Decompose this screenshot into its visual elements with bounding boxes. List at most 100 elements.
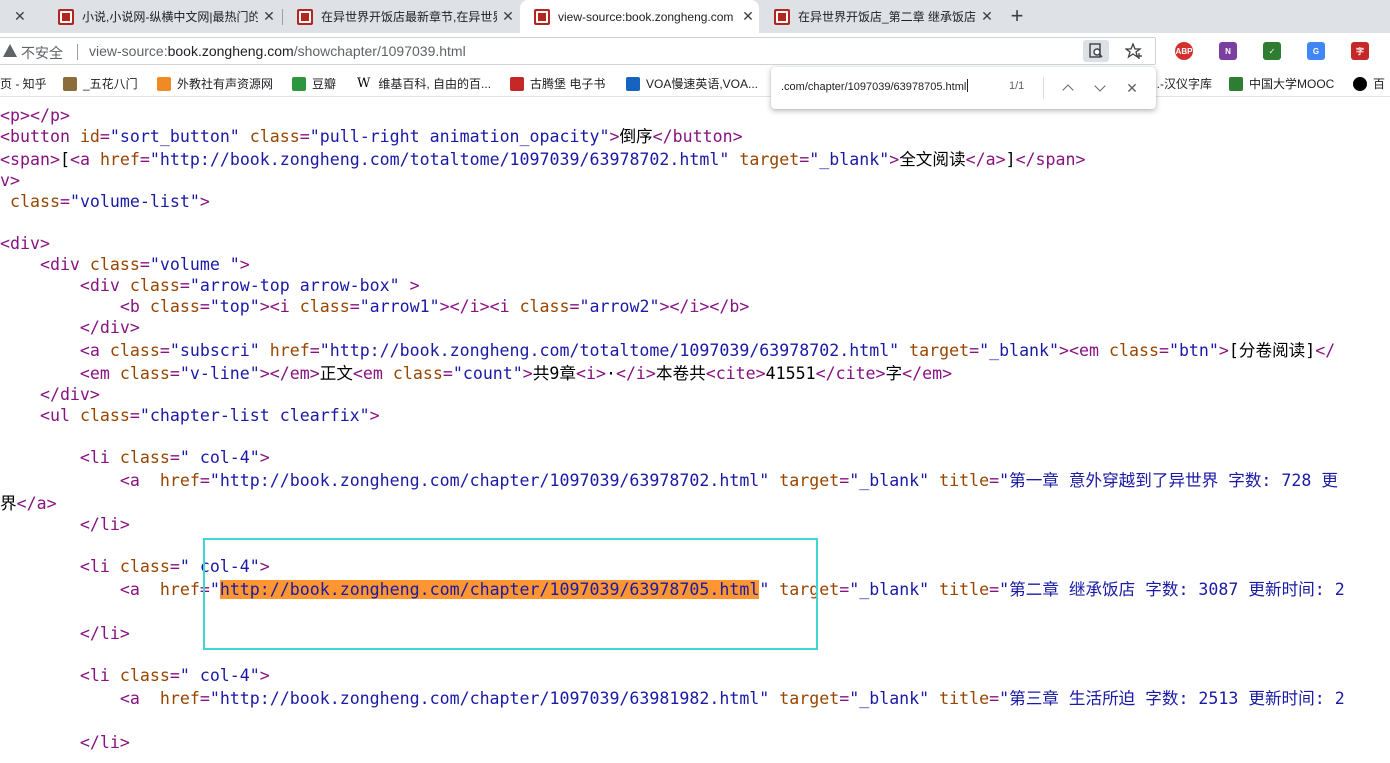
tab-view-source[interactable]: view-source:book.zongheng.com ✕ [520, 0, 759, 33]
url-text[interactable]: view-source:book.zongheng.com/showchapte… [89, 43, 466, 59]
source-token: </em> [902, 364, 953, 383]
wikipedia-icon: W [357, 76, 371, 91]
source-token: = [199, 580, 210, 599]
source-token: <a [69, 150, 100, 169]
source-token: <b [0, 297, 150, 316]
toolbar: 不安全 view-source:book.zongheng.com/showch… [0, 33, 1390, 69]
translate-icon[interactable]: G [1307, 42, 1325, 60]
bookmark-sflep-audio[interactable]: 外教社有声资源网 [157, 75, 273, 92]
source-line: <div> [0, 234, 50, 254]
bookmark-favicon-icon [1353, 76, 1367, 91]
adblock-plus-icon[interactable]: ABP [1175, 42, 1193, 60]
source-token: target [769, 689, 840, 708]
bookmark-label: 豆瓣 [312, 77, 337, 91]
source-token: "volume " [149, 255, 240, 274]
source-line: <div class="arrow-top arrow-box" > [0, 276, 420, 296]
source-token: 正文 [319, 364, 353, 383]
source-token: " [759, 580, 770, 599]
source-token: </a> [16, 494, 57, 513]
source-token: </ [1315, 341, 1336, 360]
tab-close-icon[interactable]: ✕ [497, 8, 519, 25]
source-token: title [929, 580, 990, 599]
bookmark-zhihu[interactable]: 页 - 知乎 [0, 75, 47, 92]
find-input[interactable]: .com/chapter/1097039/63978705.html [781, 79, 991, 93]
bookmark-wikipedia[interactable]: W 维基百科, 自由的百... [357, 75, 491, 92]
bookmark-gutenberg[interactable]: 古腾堡 电子书 [510, 75, 605, 92]
bookmark-label: VOA慢速英语,VOA... [646, 77, 759, 91]
bookmark-wuhuabamen[interactable]: _五花八门 [63, 75, 138, 92]
chapter-link[interactable]: "http://book.zongheng.com/chapter/109703… [210, 689, 769, 708]
bookmark-voa[interactable]: VOA慢速英语,VOA... [626, 75, 758, 92]
address-bar[interactable]: 不安全 view-source:book.zongheng.com/showch… [0, 37, 1156, 65]
tab-close-icon[interactable]: ✕ [737, 8, 759, 25]
source-token: ></i><i [439, 297, 520, 316]
find-close-icon[interactable]: ✕ [1122, 78, 1142, 98]
bookmark-icourse-mooc[interactable]: 中国大学MOOC [1229, 75, 1334, 92]
source-line: <span>[<a href="http://book.zongheng.com… [0, 150, 1086, 170]
tab-book-catalog[interactable]: 在异世界开饭店最新章节,在异世界 ✕ [283, 0, 519, 33]
source-line: </li> [0, 624, 130, 644]
source-token: </li> [0, 515, 130, 534]
source-token: [ [59, 150, 70, 169]
source-line: <li class=" col-4"> [0, 666, 270, 686]
source-token: "btn" [1168, 341, 1219, 360]
security-label[interactable]: 不安全 [21, 43, 63, 63]
omnibox-divider [77, 44, 78, 60]
find-match-highlight[interactable]: http://book.zongheng.com/chapter/1097039… [219, 580, 760, 599]
source-token: class [119, 364, 170, 383]
tab-zongheng-home[interactable]: 小说,小说网-纵横中文网|最热门的 ✕ [44, 0, 280, 33]
source-token: = [139, 150, 150, 169]
source-token: ><em [1059, 341, 1109, 360]
url-path: /showchapter/1097039.html [293, 43, 466, 59]
find-in-page-icon[interactable] [1083, 40, 1109, 62]
favorite-star-icon[interactable] [1121, 40, 1147, 62]
source-token: "第三章 生活所迫 字数: 2513 更新时间: 2 [999, 689, 1345, 708]
source-token: "第二章 继承饭店 字数: 3087 更新时间: 2 [999, 580, 1345, 599]
close-icon[interactable]: ✕ [14, 0, 26, 33]
bookmark-favicon-icon [510, 76, 524, 91]
chapter-link[interactable]: "http://book.zongheng.com/chapter/109703… [210, 471, 769, 490]
source-token: = [129, 406, 140, 425]
tab-title: 小说,小说网-纵横中文网|最热门的 [82, 10, 258, 24]
bookmark-douban[interactable]: 豆瓣 [292, 75, 336, 92]
shield-extension-icon[interactable]: ✓ [1263, 42, 1281, 60]
tab-chapter-two[interactable]: 在异世界开饭店_第二章 继承饭店 ✕ [760, 0, 998, 33]
source-link[interactable]: "http://book.zongheng.com/totaltome/1097… [320, 341, 899, 360]
source-token: = [569, 297, 580, 316]
source-line: v> [0, 171, 20, 191]
source-token: "第一章 意外穿越到了异世界 字数: 728 更 [999, 471, 1338, 490]
tab-title: 在异世界开饭店_第二章 继承饭店 [798, 10, 976, 24]
source-token: id [79, 127, 100, 146]
source-token: "arrow2" [579, 297, 660, 316]
bookmark-baidu[interactable]: 百 [1353, 75, 1385, 92]
source-link[interactable]: "http://book.zongheng.com/totaltome/1097… [150, 150, 729, 169]
find-next-chevron-down-icon[interactable] [1090, 78, 1110, 98]
source-token: = [99, 127, 110, 146]
voa-icon [626, 76, 640, 91]
source-token: class [149, 297, 200, 316]
source-token: target [769, 471, 840, 490]
source-line: <li class=" col-4"> [0, 448, 270, 468]
tab-close-icon[interactable]: ✕ [976, 8, 998, 25]
bookmark-hanyi[interactable]: ...-汉仪字库 [1150, 75, 1212, 92]
onenote-icon[interactable]: N [1219, 42, 1237, 60]
source-token: href [159, 471, 200, 490]
source-token: <i> [575, 364, 606, 383]
dictionary-extension-icon[interactable]: 字 [1351, 42, 1369, 60]
source-token: = [442, 364, 453, 383]
source-token: 字 [885, 364, 903, 383]
source-token: <a [0, 689, 160, 708]
new-tab-plus-icon[interactable]: + [1004, 3, 1030, 29]
bookmark-label: 中国大学MOOC [1249, 77, 1335, 91]
source-token: <p></p> [0, 106, 70, 125]
text-caret [967, 79, 969, 92]
source-token: </div> [0, 318, 140, 337]
source-token: href [159, 689, 200, 708]
source-token: class [519, 297, 570, 316]
tab-close-icon[interactable]: ✕ [258, 8, 280, 25]
find-previous-chevron-up-icon[interactable] [1058, 78, 1078, 98]
not-secure-warning-icon[interactable] [3, 44, 17, 57]
source-token: href [259, 341, 310, 360]
source-token: 倒序 [619, 127, 653, 146]
source-token: class [89, 255, 140, 274]
